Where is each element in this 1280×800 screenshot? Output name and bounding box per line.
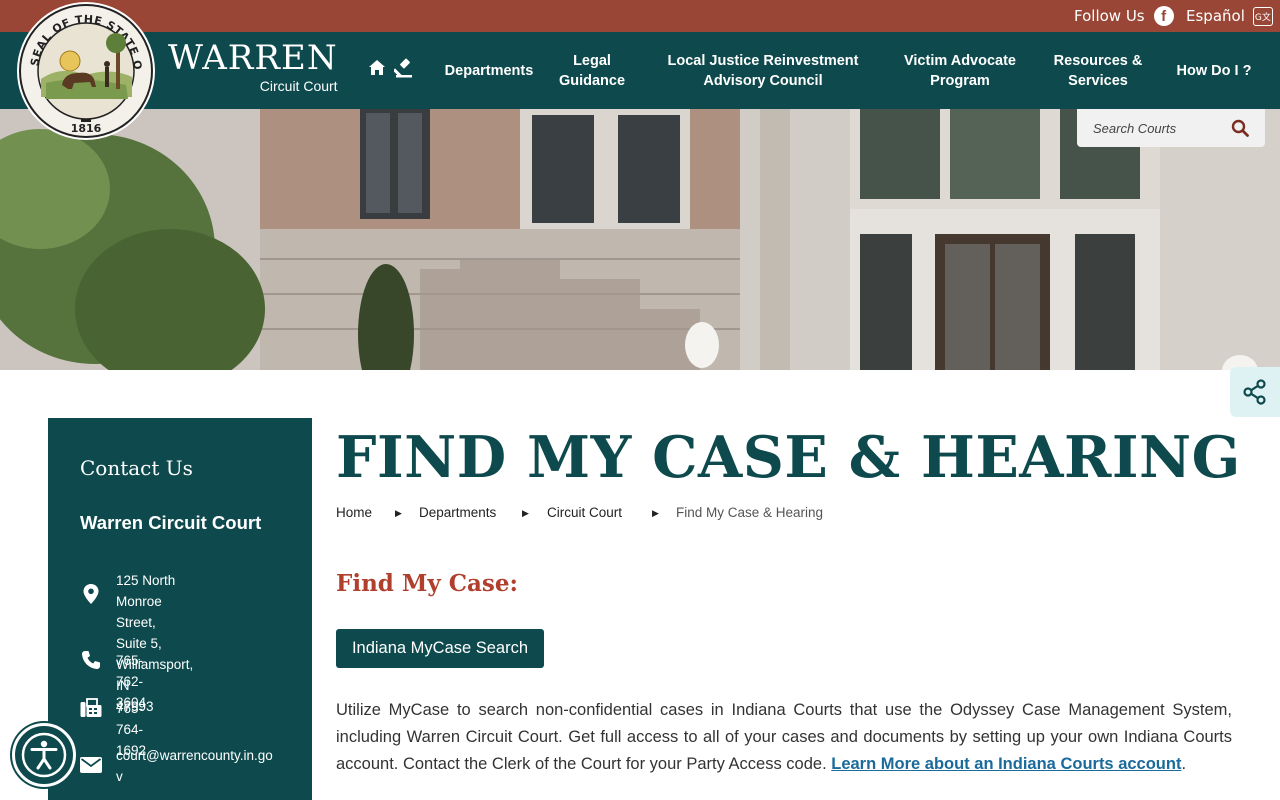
breadcrumb-separator-icon: ▶ xyxy=(395,508,402,518)
breadcrumb-home[interactable]: Home xyxy=(336,505,372,520)
breadcrumb-separator-icon: ▶ xyxy=(522,508,529,518)
contact-sidebar: Contact Us Warren Circuit Court 125 Nort… xyxy=(48,418,312,800)
breadcrumb-departments[interactable]: Departments xyxy=(419,505,496,520)
fax-row: 765-764-1692 xyxy=(80,698,146,758)
home-icon[interactable] xyxy=(367,58,387,78)
accessibility-button[interactable] xyxy=(12,723,76,787)
translate-icon: G文 xyxy=(1252,6,1273,26)
courts-account-link[interactable]: Learn More about an Indiana Courts accou… xyxy=(831,755,1181,773)
nav-how-do-i[interactable]: How Do I ? xyxy=(1164,32,1264,109)
follow-us-link[interactable]: Follow Us f xyxy=(1074,0,1174,32)
search-box xyxy=(1077,109,1265,147)
breadcrumb-separator-icon: ▶ xyxy=(652,508,659,518)
email-row: court@warrencounty.in.go v xyxy=(80,745,273,784)
share-icon xyxy=(1243,379,1266,405)
top-utility-bar: Follow Us f Español G文 xyxy=(0,0,1280,32)
courthouse-hero-image xyxy=(0,109,1280,370)
location-pin-icon xyxy=(83,584,99,604)
email-line-1: court@warrencounty.in.go xyxy=(116,748,273,763)
email-link[interactable]: court@warrencounty.in.go v xyxy=(116,745,273,787)
contact-title: Contact Us xyxy=(80,456,193,480)
fax-icon xyxy=(80,698,102,717)
court-name: Warren Circuit Court xyxy=(80,512,262,533)
state-seal-logo[interactable]: SEAL OF THE STATE OF INDIANA 1816 xyxy=(16,1,156,141)
search-icon[interactable] xyxy=(1231,119,1249,137)
mycase-description-end: . xyxy=(1181,755,1187,773)
search-input[interactable] xyxy=(1077,110,1217,146)
language-switch[interactable]: Español G文 xyxy=(1186,0,1273,32)
language-label: Español xyxy=(1186,7,1245,25)
phone-row: 765-762-3604 xyxy=(80,650,146,710)
nav-local-justice-council[interactable]: Local Justice Reinvestment Advisory Coun… xyxy=(650,32,876,109)
facebook-icon[interactable]: f xyxy=(1153,6,1174,26)
nav-legal-guidance[interactable]: Legal Guidance xyxy=(552,32,632,109)
gavel-icon[interactable] xyxy=(394,58,414,78)
follow-us-label: Follow Us xyxy=(1074,7,1145,25)
breadcrumb-current: Find My Case & Hearing xyxy=(676,505,824,520)
nav-departments[interactable]: Departments xyxy=(436,32,542,109)
share-button[interactable] xyxy=(1230,367,1280,417)
seal-year: 1816 xyxy=(71,122,102,135)
email-line-2: v xyxy=(116,769,123,784)
address-line-1: 125 North Monroe Street, xyxy=(116,573,176,630)
mycase-description: Utilize MyCase to search non-confidentia… xyxy=(336,697,1232,778)
nav-resources-services[interactable]: Resources & Services xyxy=(1046,32,1150,109)
email-icon xyxy=(80,757,102,773)
phone-icon xyxy=(82,651,100,669)
address-row: 125 North Monroe Street, Suite 5, Willia… xyxy=(80,570,193,714)
find-my-case-heading: Find My Case: xyxy=(336,570,518,597)
brand-name: WARREN xyxy=(168,38,338,78)
accessibility-icon xyxy=(21,732,67,778)
page-title: FIND MY CASE & HEARING xyxy=(336,424,1241,491)
site-brand[interactable]: WARREN Circuit Court xyxy=(168,38,338,94)
mycase-search-button[interactable]: Indiana MyCase Search xyxy=(336,629,544,668)
breadcrumb-circuit-court[interactable]: Circuit Court xyxy=(547,505,622,520)
nav-victim-advocate[interactable]: Victim Advocate Program xyxy=(890,32,1030,109)
brand-subtitle: Circuit Court xyxy=(259,78,338,94)
